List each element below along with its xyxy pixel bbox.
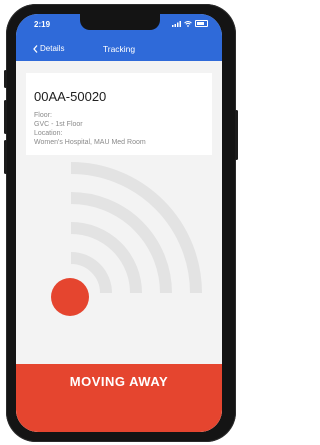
floor-value: GVC - 1st Floor [34,121,83,128]
page-title: Tracking [102,44,136,54]
cellular-signal-icon [172,20,181,27]
phone-screen: 2:19 Details Tracking 00AA-50020 Floor: … [16,14,222,432]
nav-header: 2:19 Details Tracking [16,14,222,61]
battery-icon [195,20,208,27]
proximity-status-label: MOVING AWAY [69,374,169,389]
asset-info-card: 00AA-50020 Floor: GVC - 1st Floor Locati… [26,73,212,155]
status-icons [172,20,208,27]
asset-id: 00AA-50020 [34,89,107,104]
proximity-status-bar: MOVING AWAY [16,364,222,432]
floor-label: Floor: [34,112,52,119]
wifi-icon [184,20,192,27]
phone-volume-up-button [4,100,7,134]
phone-notch [80,14,160,30]
phone-mute-switch [4,70,7,88]
location-label: Location: [34,130,63,137]
location-value: Women's Hospital, MAU Med Room [34,139,146,146]
phone-volume-down-button [4,140,7,174]
status-time: 2:19 [34,20,51,29]
proximity-dot [51,278,89,316]
phone-mockup: 2:19 Details Tracking 00AA-50020 Floor: … [0,0,241,445]
phone-power-button [235,110,238,160]
